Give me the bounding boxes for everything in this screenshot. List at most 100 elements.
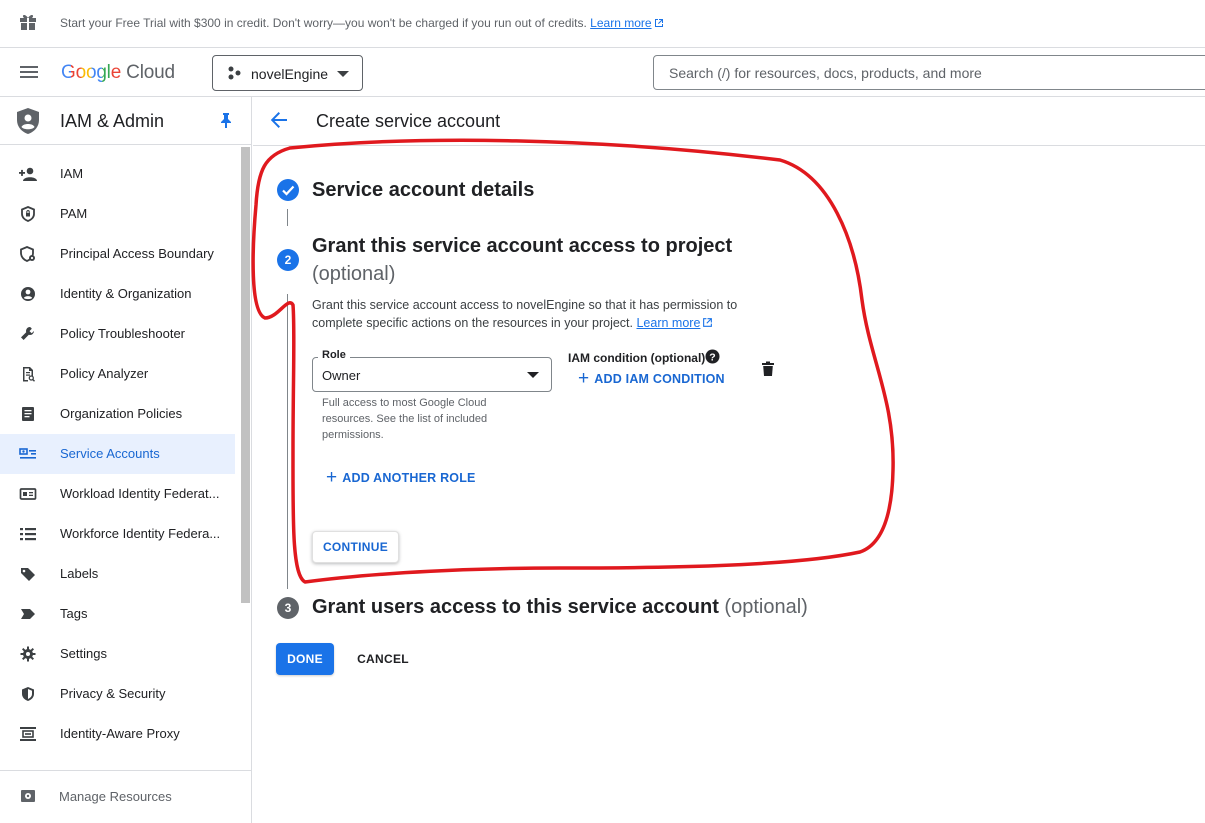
sidebar-item-iam[interactable]: IAM bbox=[0, 154, 235, 194]
plus-icon: + bbox=[578, 368, 590, 389]
gear-icon bbox=[20, 646, 36, 662]
sidebar-item-label: Principal Access Boundary bbox=[60, 246, 214, 261]
banner-text: Start your Free Trial with $300 in credi… bbox=[60, 16, 587, 30]
external-link-icon bbox=[654, 19, 663, 27]
sidebar-item-organization-policies[interactable]: Organization Policies bbox=[0, 394, 235, 434]
sidebar-item-labels[interactable]: Labels bbox=[0, 554, 235, 594]
step3-badge: 3 bbox=[277, 597, 299, 619]
google-cloud-logo[interactable]: Google Cloud bbox=[61, 62, 175, 84]
sidebar-nav: IAM PAM Principal Access Boundary Identi… bbox=[0, 154, 240, 754]
iam-condition-label: IAM condition (optional) bbox=[568, 351, 706, 365]
proxy-icon bbox=[20, 727, 36, 741]
project-dots-icon bbox=[228, 66, 241, 80]
role-select-value: Owner bbox=[322, 368, 361, 383]
sidebar-item-label: Workload Identity Federat... bbox=[60, 486, 220, 501]
sidebar-item-identity-aware-proxy[interactable]: Identity-Aware Proxy bbox=[0, 714, 235, 754]
external-link-icon bbox=[703, 318, 713, 327]
role-select[interactable]: Owner bbox=[312, 357, 552, 392]
step-complete-icon bbox=[277, 179, 299, 201]
sidebar-item-manage-resources[interactable]: Manage Resources bbox=[0, 770, 251, 823]
shield-icon bbox=[22, 687, 34, 701]
sidebar-scrollbar[interactable] bbox=[241, 147, 250, 603]
person-add-icon bbox=[19, 167, 37, 181]
gift-icon bbox=[20, 14, 36, 30]
account-circle-icon bbox=[21, 287, 35, 301]
document-search-icon bbox=[23, 367, 35, 382]
chevron-down-icon bbox=[527, 372, 539, 378]
sidebar-item-label: Identity & Organization bbox=[60, 286, 192, 301]
sidebar-item-label: Policy Troubleshooter bbox=[60, 326, 186, 341]
sidebar: IAM & Admin IAM PAM Principal Access Bou… bbox=[0, 97, 252, 823]
tag-icon bbox=[21, 609, 35, 619]
step2-learn-more-link[interactable]: Learn more bbox=[636, 316, 713, 330]
role-help-text: Full access to most Google Cloud resourc… bbox=[322, 397, 488, 441]
list-document-icon bbox=[22, 407, 34, 421]
plus-icon: + bbox=[326, 467, 338, 488]
service-account-icon bbox=[19, 448, 36, 459]
sidebar-item-identity-organization[interactable]: Identity & Organization bbox=[0, 274, 235, 314]
sidebar-item-label: Organization Policies bbox=[60, 406, 183, 421]
shield-gear-icon bbox=[20, 246, 35, 262]
label-icon bbox=[21, 568, 35, 581]
sidebar-item-privacy-security[interactable]: Privacy & Security bbox=[0, 674, 235, 714]
banner-learn-more-link[interactable]: Learn more bbox=[590, 16, 663, 30]
hamburger-menu-icon[interactable] bbox=[19, 64, 39, 80]
chevron-down-icon bbox=[337, 71, 349, 77]
help-icon[interactable]: ? bbox=[705, 349, 720, 364]
id-card-icon bbox=[19, 488, 37, 500]
step3-optional: (optional) bbox=[724, 596, 808, 618]
pin-icon[interactable] bbox=[220, 112, 232, 128]
step-connector bbox=[287, 294, 288, 589]
continue-button[interactable]: CONTINUE bbox=[312, 531, 399, 563]
sidebar-item-label: Tags bbox=[60, 606, 88, 621]
list-icon bbox=[20, 528, 36, 541]
sidebar-item-label: PAM bbox=[60, 206, 88, 221]
manage-resources-icon bbox=[21, 790, 35, 802]
sidebar-item-label: Policy Analyzer bbox=[60, 366, 149, 381]
sidebar-item-tags[interactable]: Tags bbox=[0, 594, 235, 634]
project-selector[interactable]: novelEngine bbox=[212, 55, 363, 91]
step3-heading[interactable]: Grant users access to this service accou… bbox=[312, 596, 808, 619]
sidebar-header: IAM & Admin bbox=[0, 97, 251, 145]
sidebar-item-settings[interactable]: Settings bbox=[0, 634, 235, 674]
step2-optional: (optional) bbox=[312, 263, 396, 285]
search-bar[interactable] bbox=[653, 55, 1205, 90]
sidebar-item-principal-access-boundary[interactable]: Principal Access Boundary bbox=[0, 234, 235, 274]
sidebar-item-workforce-identity-federation[interactable]: Workforce Identity Federa... bbox=[0, 514, 235, 554]
iam-shield-icon bbox=[17, 108, 39, 134]
delete-trash-icon[interactable] bbox=[761, 361, 775, 377]
back-arrow-icon[interactable] bbox=[270, 112, 288, 128]
sidebar-item-label: Identity-Aware Proxy bbox=[60, 726, 180, 741]
project-name: novelEngine bbox=[251, 66, 329, 82]
search-input[interactable] bbox=[654, 56, 1205, 89]
add-iam-condition-button[interactable]: + ADD IAM CONDITION bbox=[578, 368, 725, 389]
page-title: Create service account bbox=[316, 111, 501, 131]
step1-title[interactable]: Service account details bbox=[312, 179, 534, 202]
wrench-icon bbox=[21, 327, 34, 340]
sidebar-item-policy-analyzer[interactable]: Policy Analyzer bbox=[0, 354, 235, 394]
sidebar-item-label: IAM bbox=[60, 166, 84, 181]
cancel-button[interactable]: CANCEL bbox=[350, 643, 416, 675]
sidebar-item-label: Privacy & Security bbox=[60, 686, 166, 701]
sidebar-item-pam[interactable]: PAM bbox=[0, 194, 235, 234]
sidebar-item-label: Labels bbox=[60, 566, 99, 581]
sidebar-item-label: Settings bbox=[60, 646, 107, 661]
top-bar: Google Cloud novelEngine bbox=[0, 48, 1205, 97]
add-another-role-button[interactable]: + ADD ANOTHER ROLE bbox=[326, 467, 476, 488]
role-label: Role bbox=[318, 349, 350, 361]
step3-title: Grant users access to this service accou… bbox=[312, 596, 719, 618]
page-header: Create service account bbox=[253, 97, 1205, 146]
step2-badge: 2 bbox=[277, 249, 299, 271]
step2-description: Grant this service account access to nov… bbox=[312, 298, 738, 330]
sidebar-item-policy-troubleshooter[interactable]: Policy Troubleshooter bbox=[0, 314, 235, 354]
done-button[interactable]: DONE bbox=[276, 643, 334, 675]
sidebar-title: IAM & Admin bbox=[60, 111, 165, 131]
step-connector bbox=[287, 209, 288, 226]
step2-title: Grant this service account access to pro… bbox=[312, 235, 733, 257]
sidebar-item-label: Service Accounts bbox=[60, 446, 160, 461]
sidebar-item-workload-identity-federation[interactable]: Workload Identity Federat... bbox=[0, 474, 235, 514]
sidebar-footer-label: Manage Resources bbox=[59, 789, 172, 804]
sidebar-item-label: Workforce Identity Federa... bbox=[60, 526, 221, 541]
sidebar-item-service-accounts[interactable]: Service Accounts bbox=[0, 434, 235, 474]
svg-text:?: ? bbox=[709, 351, 715, 363]
